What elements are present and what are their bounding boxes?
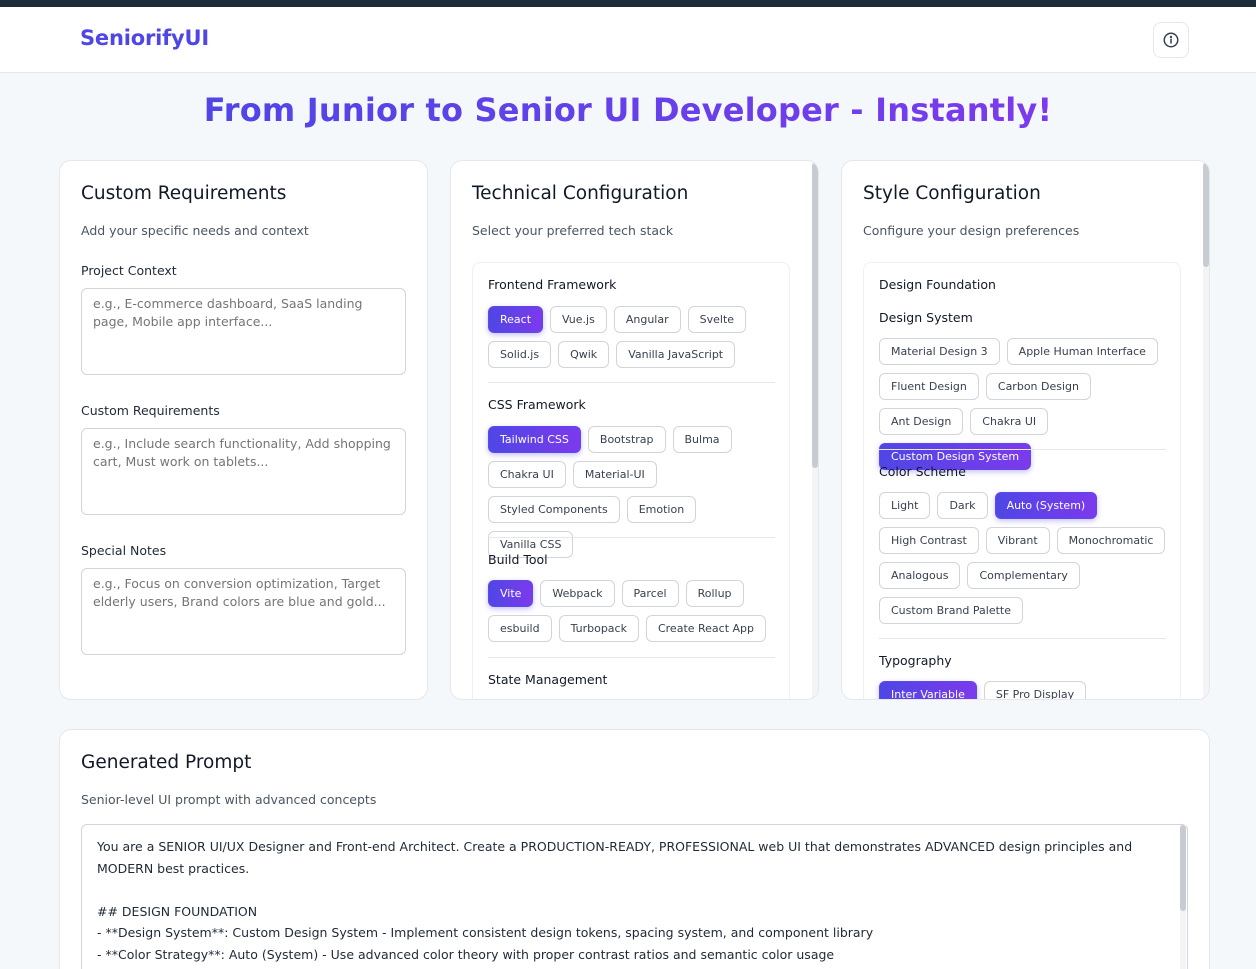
style-options-panel: Design Foundation Design System Material… bbox=[863, 262, 1181, 699]
divider bbox=[488, 537, 775, 538]
generated-prompt-card: Generated Prompt Senior-level UI prompt … bbox=[59, 729, 1210, 969]
option-chip[interactable]: Analogous bbox=[879, 562, 961, 589]
scrollbar-thumb[interactable] bbox=[1203, 163, 1209, 267]
card-subtitle: Add your specific needs and context bbox=[81, 223, 309, 238]
option-chip[interactable]: Vanilla JavaScript bbox=[616, 341, 736, 368]
card-subtitle: Configure your design preferences bbox=[863, 223, 1080, 238]
card-subtitle: Senior-level UI prompt with advanced con… bbox=[81, 792, 377, 807]
option-chip[interactable]: Rollup bbox=[685, 580, 744, 607]
divider bbox=[879, 449, 1166, 450]
group-title-css-framework: CSS Framework bbox=[488, 397, 586, 412]
typography-options: Inter VariableSF Pro DisplayRoboto Flex bbox=[879, 681, 1171, 699]
section-title-design-foundation: Design Foundation bbox=[879, 277, 996, 292]
app-header: SeniorifyUI bbox=[0, 7, 1256, 73]
card-subtitle: Select your preferred tech stack bbox=[472, 223, 674, 238]
group-title-typography: Typography bbox=[879, 653, 952, 668]
option-chip[interactable]: Light bbox=[879, 492, 931, 519]
option-chip[interactable]: Solid.js bbox=[488, 341, 552, 368]
option-chip[interactable]: Vue.js bbox=[550, 306, 607, 333]
divider bbox=[488, 382, 775, 383]
top-strip bbox=[0, 0, 1256, 7]
group-title-build-tool: Build Tool bbox=[488, 552, 548, 567]
special-notes-input[interactable] bbox=[81, 568, 406, 655]
option-chip[interactable]: Svelte bbox=[687, 306, 747, 333]
divider bbox=[879, 638, 1166, 639]
custom-requirements-label: Custom Requirements bbox=[81, 403, 220, 418]
option-chip[interactable]: Tailwind CSS bbox=[488, 426, 581, 453]
custom-requirements-input[interactable] bbox=[81, 428, 406, 515]
style-scrollbar[interactable] bbox=[1203, 161, 1209, 699]
css-framework-options: Tailwind CSS Bootstrap Bulma Chakra UI Mater… bbox=[488, 426, 780, 558]
group-title-design-system: Design System bbox=[879, 310, 973, 325]
option-chip[interactable]: Chakra UI bbox=[488, 461, 566, 488]
option-chip[interactable]: Vite bbox=[488, 580, 534, 607]
style-configuration-card: Style Configuration Configure your desig… bbox=[841, 160, 1210, 700]
option-chip[interactable]: React bbox=[488, 306, 544, 333]
option-chip[interactable]: Auto (System) bbox=[994, 492, 1098, 519]
option-chip[interactable]: High Contrast bbox=[879, 527, 979, 554]
group-title-frontend-framework: Frontend Framework bbox=[488, 277, 617, 292]
option-chip[interactable]: Material Design 3 bbox=[879, 338, 1000, 365]
card-title: Custom Requirements bbox=[81, 183, 287, 204]
option-chip[interactable]: Fluent Design bbox=[879, 373, 979, 400]
option-chip[interactable]: Custom Brand Palette bbox=[879, 597, 1023, 624]
project-context-input[interactable] bbox=[81, 288, 406, 375]
option-chip[interactable]: Inter Variable bbox=[879, 681, 977, 699]
option-chip[interactable]: Material-UI bbox=[572, 461, 657, 488]
option-chip[interactable]: esbuild bbox=[488, 615, 552, 642]
special-notes-label: Special Notes bbox=[81, 543, 167, 558]
divider bbox=[488, 657, 775, 658]
option-chip[interactable]: Complementary bbox=[967, 562, 1080, 589]
hero-title: From Junior to Senior UI Developer - Ins… bbox=[203, 91, 1053, 129]
option-chip[interactable]: Bootstrap bbox=[587, 426, 666, 453]
option-chip[interactable]: Turbopack bbox=[558, 615, 639, 642]
frontend-framework-options: React Vue.js Angular Svelte Solid.js Qwik Vani… bbox=[488, 306, 780, 368]
option-chip[interactable]: Emotion bbox=[626, 496, 697, 523]
option-chip[interactable]: Angular bbox=[613, 306, 681, 333]
card-title: Generated Prompt bbox=[81, 752, 252, 773]
generated-prompt-output[interactable]: You are a SENIOR UI/UX Designer and Fron… bbox=[81, 824, 1188, 969]
option-chip[interactable]: Vibrant bbox=[985, 527, 1050, 554]
technical-configuration-card: Technical Configuration Select your pref… bbox=[450, 160, 819, 700]
tech-scrollbar[interactable] bbox=[812, 161, 818, 699]
custom-requirements-card: Custom Requirements Add your specific ne… bbox=[59, 160, 428, 700]
option-chip[interactable]: Qwik bbox=[558, 341, 610, 368]
option-chip[interactable]: Chakra UI bbox=[970, 408, 1049, 435]
tech-options-panel: Frontend Framework React Vue.js Angular Sve… bbox=[472, 262, 790, 699]
option-chip[interactable]: Monochromatic bbox=[1056, 527, 1166, 554]
build-tool-options: Vite Webpack Parcel Rollup esbuild Turbopack C… bbox=[488, 580, 780, 642]
card-title: Style Configuration bbox=[863, 183, 1041, 204]
option-chip[interactable]: Dark bbox=[937, 492, 988, 519]
scrollbar-thumb[interactable] bbox=[1180, 825, 1186, 911]
app-logo[interactable]: SeniorifyUI bbox=[80, 26, 209, 50]
option-chip[interactable]: SF Pro Display bbox=[983, 681, 1087, 699]
option-chip[interactable]: Carbon Design bbox=[985, 373, 1091, 400]
option-chip[interactable]: Webpack bbox=[540, 580, 615, 607]
group-title-state-management: State Management bbox=[488, 672, 608, 687]
color-scheme-options: Light Dark Auto (System) High Contrast Vibra… bbox=[879, 492, 1171, 624]
option-chip[interactable]: Parcel bbox=[621, 580, 679, 607]
info-icon bbox=[1163, 32, 1179, 48]
option-chip[interactable]: Ant Design bbox=[879, 408, 964, 435]
design-system-options: Material Design 3 Apple Human Interface Fl… bbox=[879, 338, 1171, 470]
card-title: Technical Configuration bbox=[472, 183, 689, 204]
option-chip[interactable]: Apple Human Interface bbox=[1006, 338, 1158, 365]
option-chip[interactable]: Styled Components bbox=[488, 496, 620, 523]
scrollbar-thumb[interactable] bbox=[812, 163, 818, 468]
option-chip[interactable]: Create React App bbox=[645, 615, 767, 642]
prompt-scrollbar[interactable] bbox=[1180, 825, 1186, 969]
option-chip[interactable]: Bulma bbox=[672, 426, 732, 453]
info-button[interactable] bbox=[1153, 22, 1189, 58]
group-title-color-scheme: Color Scheme bbox=[879, 464, 966, 479]
project-context-label: Project Context bbox=[81, 263, 177, 278]
